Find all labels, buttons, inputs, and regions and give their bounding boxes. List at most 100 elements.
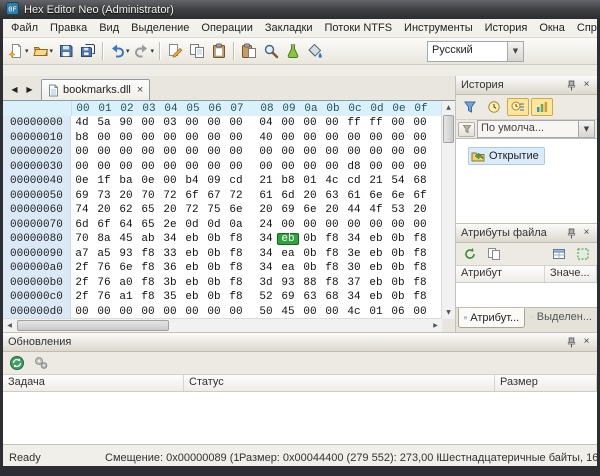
hex-byte-cell[interactable]: 4c [321,175,343,187]
hex-byte-cell[interactable]: eb [181,233,203,245]
hex-byte-cell[interactable]: a1 [115,291,137,303]
hex-byte-cell[interactable]: 64 [115,219,137,231]
hex-byte-cell[interactable]: 00 [203,117,225,129]
chevron-down-icon[interactable]: ▼ [507,42,523,61]
hex-byte-cell[interactable]: 0b [387,277,409,289]
hex-byte-cell[interactable]: 00 [93,146,115,158]
hex-byte-cell[interactable]: 00 [255,161,277,173]
hex-byte-cell[interactable]: 00 [343,132,365,144]
hex-byte-cell[interactable]: 30 [343,262,365,274]
hex-byte-cell[interactable]: eb [181,291,203,303]
column-header-value[interactable]: Значе... [545,266,597,282]
hex-byte-cell[interactable]: 70 [71,233,93,245]
hex-byte-cell[interactable]: 6d [71,219,93,231]
chevron-down-icon[interactable]: ▼ [578,121,594,137]
hex-byte-cell[interactable]: 00 [365,161,387,173]
hex-byte-cell[interactable]: 73 [93,190,115,202]
clipboard-button[interactable] [208,40,230,62]
hex-byte-cell[interactable]: 00 [387,132,409,144]
hex-byte-cell[interactable]: 90 [115,117,137,129]
hex-byte-cell[interactable]: 6f [93,219,115,231]
hex-byte-cell[interactable]: 72 [159,190,181,202]
hex-byte-cell[interactable]: f8 [409,233,431,245]
hex-byte-cell[interactable]: 00 [343,219,365,231]
redo-button[interactable]: ▾ [132,40,157,62]
hex-byte-cell[interactable]: eb [181,248,203,260]
hex-byte-cell[interactable]: f8 [137,277,159,289]
hex-byte-cell[interactable]: 00 [365,132,387,144]
hex-byte-cell[interactable]: 65 [137,219,159,231]
hex-byte-cell[interactable]: 0b [387,291,409,303]
hex-byte-cell[interactable]: 01 [365,306,387,318]
hex-byte-cell[interactable]: 0b [299,248,321,260]
tab-scroll-left-button[interactable]: ◀ [7,81,22,97]
history-item-opening[interactable]: Открытие [468,147,545,165]
hex-byte-cell[interactable]: 65 [137,204,159,216]
hex-byte-cell[interactable]: cd [225,175,247,187]
hex-byte-cell[interactable]: 00 [137,117,159,129]
hex-byte-cell[interactable]: 53 [387,204,409,216]
hex-byte-cell[interactable]: 00 [255,146,277,158]
hex-byte-cell[interactable]: 00 [115,306,137,318]
hex-byte-cell[interactable]: eb [181,277,203,289]
tab-selection[interactable]: Выделен... [526,308,597,326]
hex-byte-cell[interactable]: f8 [225,248,247,260]
horizontal-scroll-thumb[interactable] [17,320,169,331]
attributes-grid-view-button[interactable] [548,245,570,263]
hex-byte-cell[interactable]: 00 [299,219,321,231]
hex-byte-cell[interactable]: 5a [93,117,115,129]
paste-button[interactable] [238,40,260,62]
hex-byte-cell[interactable]: 00 [203,161,225,173]
hex-byte-cell[interactable]: 00 [409,161,431,173]
hex-byte-cell[interactable]: 37 [343,277,365,289]
tab-close-icon[interactable]: × [137,85,143,95]
hex-byte-cell[interactable]: 1f [93,175,115,187]
hex-byte-cell[interactable]: 0d [181,219,203,231]
hex-byte-cell[interactable]: 00 [299,161,321,173]
hex-byte-cell[interactable]: 6e [225,204,247,216]
hex-byte-cell[interactable]: 00 [299,132,321,144]
hex-byte-cell[interactable]: f8 [321,248,343,260]
hex-byte-cell[interactable]: 2e [159,219,181,231]
hex-byte-cell[interactable]: 34 [255,233,277,245]
hex-byte-cell[interactable]: 76 [93,291,115,303]
hex-byte-cell[interactable]: 20 [299,190,321,202]
menu-item-windows[interactable]: Окна [533,20,571,36]
hex-byte-cell[interactable]: 00 [71,306,93,318]
hex-byte-cell[interactable]: 0b [203,248,225,260]
hex-byte-cell[interactable]: 00 [181,161,203,173]
menu-item-selection[interactable]: Выделение [125,20,195,36]
tab-attributes[interactable]: Атрибут... [458,308,525,328]
hex-byte-cell[interactable]: 00 [321,146,343,158]
hex-byte-cell[interactable]: f8 [321,277,343,289]
hex-byte-cell[interactable]: 00 [299,146,321,158]
hex-byte-cell[interactable]: 35 [159,291,181,303]
column-header-attribute[interactable]: Атрибут [456,266,545,282]
hex-byte-cell[interactable]: 00 [299,117,321,129]
scroll-up-icon[interactable]: ▲ [442,101,455,114]
open-file-button[interactable]: ▾ [31,40,56,62]
hex-byte-cell[interactable]: 20 [321,204,343,216]
hex-byte-cell[interactable]: 00 [203,146,225,158]
hex-byte-cell[interactable]: f8 [137,262,159,274]
hex-byte-cell[interactable]: 24 [255,219,277,231]
find-button[interactable] [260,40,282,62]
hex-byte-cell[interactable]: 00 [277,219,299,231]
hex-byte-cell[interactable]: 00 [115,161,137,173]
hex-byte-cell[interactable]: 63 [299,291,321,303]
hex-byte-cell[interactable]: f8 [409,248,431,260]
hex-byte-cell[interactable]: 44 [343,204,365,216]
hex-byte-cell[interactable]: 00 [137,161,159,173]
hex-byte-cell[interactable]: ea [277,248,299,260]
hex-byte-cell[interactable]: 0b [299,233,321,245]
hex-byte-cell[interactable]: 72 [181,204,203,216]
hex-byte-cell[interactable]: 00 [137,146,159,158]
hex-byte-cell[interactable]: 00 [225,117,247,129]
hex-byte-cell[interactable]: 03 [159,117,181,129]
hex-byte-cell[interactable]: a5 [93,248,115,260]
hex-byte-cell[interactable]: f8 [321,262,343,274]
hex-byte-cell[interactable]: f8 [137,291,159,303]
hex-byte-cell[interactable]: 68 [409,175,431,187]
hex-byte-cell[interactable]: d8 [343,161,365,173]
hex-byte-cell[interactable]: f8 [225,277,247,289]
